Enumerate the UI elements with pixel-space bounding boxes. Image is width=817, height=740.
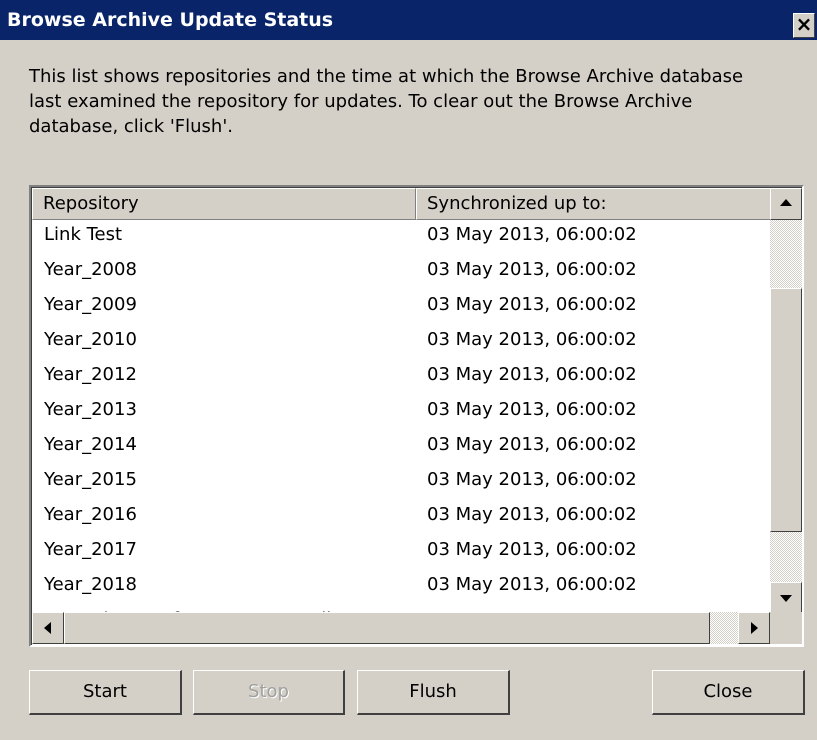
list-header: Repository Synchronized up to: [32, 188, 772, 220]
repository-cell: Year_2010 [44, 329, 137, 350]
arrow-down-icon [780, 595, 792, 602]
table-row[interactable]: Year_2017 03 May 2013, 06:00:02 [32, 535, 770, 569]
repository-cell: Year_2017 [44, 539, 137, 560]
scroll-right-button[interactable] [738, 612, 770, 644]
close-button[interactable]: Close [652, 670, 805, 715]
description-text: This list shows repositories and the tim… [29, 66, 744, 137]
column-header-synchronized[interactable]: Synchronized up to: [416, 188, 772, 220]
close-window-button[interactable]: × [793, 13, 815, 38]
scroll-down-button[interactable] [770, 582, 802, 614]
table-row[interactable]: Link Test 03 May 2013, 06:00:02 [32, 220, 770, 254]
table-row[interactable]: Year_2013 03 May 2013, 06:00:02 [32, 395, 770, 429]
arrow-left-icon [44, 622, 51, 634]
vertical-scrollbar[interactable] [770, 188, 802, 614]
vertical-scroll-thumb[interactable] [770, 288, 802, 532]
synchronized-cell: 03 May 2013, 06:00:02 [427, 364, 637, 385]
synchronized-cell: 03 May 2013, 06:00:02 [427, 469, 637, 490]
horizontal-scroll-thumb[interactable] [64, 612, 710, 644]
list-rows: Link Test 03 May 2013, 06:00:02 Year_2008 0… [32, 220, 770, 612]
repository-list[interactable]: Repository Synchronized up to: Link Test… [29, 185, 804, 647]
table-row[interactable]: 'Repository 1' from AOneComplianc03 May … [32, 605, 770, 612]
table-row[interactable]: Year_2018 03 May 2013, 06:00:02 [32, 570, 770, 604]
synchronized-cell: 03 May 2013, 06:00:02 [427, 574, 637, 595]
stop-button: Stop [193, 670, 345, 715]
repository-cell: Year_2018 [44, 574, 137, 595]
arrow-right-icon [751, 622, 758, 634]
arrow-up-icon [780, 199, 792, 206]
scrollbar-corner [770, 612, 802, 644]
repository-cell: Year_2014 [44, 434, 137, 455]
scroll-up-button[interactable] [770, 188, 802, 220]
synchronized-cell: 03 May 2013, 06:00:02 [427, 224, 637, 245]
scroll-left-button[interactable] [32, 612, 64, 644]
repository-cell: Year_2009 [44, 294, 137, 315]
table-row[interactable]: Year_2009 03 May 2013, 06:00:02 [32, 290, 770, 324]
repository-cell: Link Test [44, 224, 123, 245]
table-row[interactable]: Year_2015 03 May 2013, 06:00:02 [32, 465, 770, 499]
table-row[interactable]: Year_2010 03 May 2013, 06:00:02 [32, 325, 770, 359]
flush-button[interactable]: Flush [357, 670, 510, 715]
synchronized-cell: 03 May 2013, 06:00:02 [427, 294, 637, 315]
table-row[interactable]: Year_2014 03 May 2013, 06:00:02 [32, 430, 770, 464]
table-row[interactable]: Year_2016 03 May 2013, 06:00:02 [32, 500, 770, 534]
repository-cell: Year_2016 [44, 504, 137, 525]
horizontal-scrollbar[interactable] [32, 612, 770, 644]
table-row[interactable]: Year_2008 03 May 2013, 06:00:02 [32, 255, 770, 289]
synchronized-cell: 03 May 2013, 06:00:02 [427, 399, 637, 420]
table-row[interactable]: Year_2012 03 May 2013, 06:00:02 [32, 360, 770, 394]
repository-cell: Year_2012 [44, 364, 137, 385]
synchronized-cell: 03 May 2013, 06:00:02 [427, 329, 637, 350]
window-title: Browse Archive Update Status [7, 9, 334, 31]
repository-cell: Year_2013 [44, 399, 137, 420]
synchronized-cell: 03 May 2013, 06:00:02 [427, 434, 637, 455]
repository-cell: Year_2015 [44, 469, 137, 490]
synchronized-cell: 03 May 2013, 06:00:02 [427, 539, 637, 560]
title-bar: Browse Archive Update Status [0, 0, 817, 40]
synchronized-cell: 03 May 2013, 06:00:02 [427, 504, 637, 525]
repository-cell: Year_2008 [44, 259, 137, 280]
start-button[interactable]: Start [29, 670, 182, 715]
synchronized-cell: 03 May 2013, 06:00:02 [427, 259, 637, 280]
column-header-repository[interactable]: Repository [32, 188, 416, 220]
